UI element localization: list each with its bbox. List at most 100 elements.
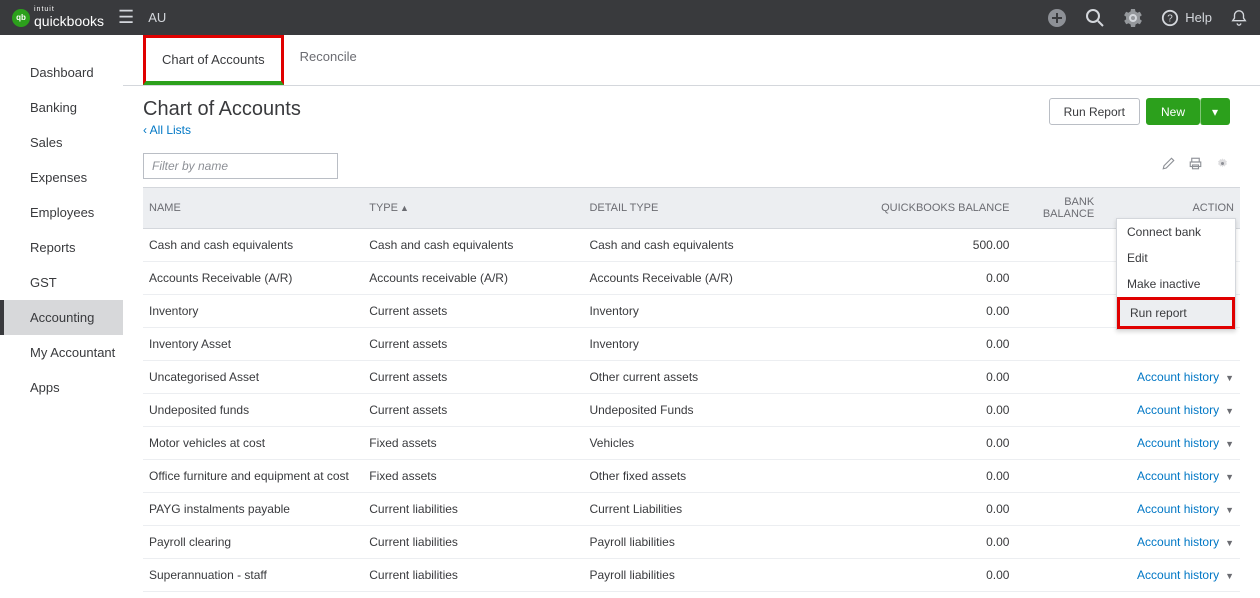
cell-bank-balance	[1015, 559, 1100, 592]
cell-type: Fixed assets	[363, 460, 583, 493]
action-dropdown-caret[interactable]: ▼	[1225, 439, 1234, 449]
dropdown-run-report[interactable]: Run report	[1117, 297, 1235, 329]
logo[interactable]: qb intuit quickbooks	[12, 7, 104, 29]
action-dropdown-caret[interactable]: ▼	[1225, 505, 1234, 515]
sidebar-item-accounting[interactable]: Accounting	[0, 300, 123, 335]
col-name[interactable]: NAME	[143, 188, 363, 229]
cell-bank-balance	[1015, 526, 1100, 559]
cell-action	[1100, 328, 1240, 361]
cell-name: Inventory Asset	[143, 328, 363, 361]
col-qb-balance[interactable]: QUICKBOOKS BALANCE	[797, 188, 1015, 229]
breadcrumb-all-lists[interactable]: All Lists	[143, 123, 301, 137]
cell-qb-balance: 0.00	[797, 295, 1015, 328]
cell-action: Account history ▼	[1100, 559, 1240, 592]
account-history-link[interactable]: Account history	[1137, 370, 1219, 384]
cell-qb-balance: 0.00	[797, 427, 1015, 460]
help-button[interactable]: ? Help	[1161, 9, 1212, 27]
dropdown-make-inactive[interactable]: Make inactive	[1117, 271, 1235, 297]
cell-action: Account history ▼	[1100, 361, 1240, 394]
qb-logo-icon: qb	[12, 9, 30, 27]
action-dropdown-caret[interactable]: ▼	[1225, 538, 1234, 548]
cell-name: Inventory	[143, 295, 363, 328]
print-icon[interactable]	[1188, 156, 1203, 176]
table-row: Payroll clearingCurrent liabilitiesPayro…	[143, 526, 1240, 559]
svg-text:?: ?	[1168, 13, 1174, 24]
account-history-link[interactable]: Account history	[1137, 568, 1219, 582]
sort-asc-icon: ▲	[400, 203, 409, 213]
gear-icon[interactable]	[1123, 8, 1143, 28]
cell-bank-balance	[1015, 460, 1100, 493]
cell-detail: Other fixed assets	[583, 460, 797, 493]
cell-qb-balance: 0.00	[797, 559, 1015, 592]
cell-name: Motor vehicles at cost	[143, 427, 363, 460]
help-label: Help	[1185, 10, 1212, 25]
action-dropdown-menu: Connect bank Edit Make inactive Run repo…	[1116, 218, 1236, 330]
action-dropdown-caret[interactable]: ▼	[1225, 373, 1234, 383]
tab-chart-of-accounts[interactable]: Chart of Accounts	[143, 35, 284, 85]
sidebar: DashboardBankingSalesExpensesEmployeesRe…	[0, 35, 123, 598]
cell-detail: Accounts Receivable (A/R)	[583, 262, 797, 295]
sidebar-item-sales[interactable]: Sales	[0, 125, 123, 160]
tab-reconcile[interactable]: Reconcile	[284, 35, 373, 85]
cell-action: Account history ▼	[1100, 493, 1240, 526]
cell-detail: Cash and cash equivalents	[583, 229, 797, 262]
cell-bank-balance	[1015, 361, 1100, 394]
cell-name: Undeposited funds	[143, 394, 363, 427]
bell-icon[interactable]	[1230, 9, 1248, 27]
account-history-link[interactable]: Account history	[1137, 436, 1219, 450]
cell-bank-balance	[1015, 229, 1100, 262]
accounts-table: NAME TYPE▲ DETAIL TYPE QUICKBOOKS BALANC…	[143, 187, 1240, 592]
sidebar-item-employees[interactable]: Employees	[0, 195, 123, 230]
add-icon[interactable]	[1047, 8, 1067, 28]
table-row: Inventory AssetCurrent assetsInventory0.…	[143, 328, 1240, 361]
region-label: AU	[148, 10, 166, 25]
col-detail[interactable]: DETAIL TYPE	[583, 188, 797, 229]
cell-detail: Undeposited Funds	[583, 394, 797, 427]
action-dropdown-caret[interactable]: ▼	[1225, 406, 1234, 416]
cell-qb-balance: 0.00	[797, 262, 1015, 295]
cell-name: PAYG instalments payable	[143, 493, 363, 526]
account-history-link[interactable]: Account history	[1137, 469, 1219, 483]
cell-type: Current assets	[363, 361, 583, 394]
edit-icon[interactable]	[1161, 156, 1176, 176]
sidebar-item-dashboard[interactable]: Dashboard	[0, 55, 123, 90]
run-report-button[interactable]: Run Report	[1049, 98, 1140, 125]
cell-qb-balance: 0.00	[797, 361, 1015, 394]
cell-qb-balance: 0.00	[797, 394, 1015, 427]
cell-detail: Inventory	[583, 295, 797, 328]
sidebar-item-my-accountant[interactable]: My Accountant	[0, 335, 123, 370]
col-bank-balance[interactable]: BANK BALANCE	[1015, 188, 1100, 229]
settings-icon[interactable]	[1215, 156, 1230, 176]
account-history-link[interactable]: Account history	[1137, 502, 1219, 516]
cell-name: Accounts Receivable (A/R)	[143, 262, 363, 295]
action-dropdown-caret[interactable]: ▼	[1225, 472, 1234, 482]
action-dropdown-caret[interactable]: ▼	[1225, 571, 1234, 581]
table-row: Office furniture and equipment at costFi…	[143, 460, 1240, 493]
cell-name: Payroll clearing	[143, 526, 363, 559]
dropdown-connect-bank[interactable]: Connect bank	[1117, 219, 1235, 245]
table-row: Cash and cash equivalentsCash and cash e…	[143, 229, 1240, 262]
new-button[interactable]: New	[1146, 98, 1200, 125]
search-icon[interactable]	[1085, 8, 1105, 28]
menu-icon[interactable]: ☰	[118, 7, 134, 28]
cell-action: Account history ▼	[1100, 526, 1240, 559]
cell-bank-balance	[1015, 493, 1100, 526]
dropdown-edit[interactable]: Edit	[1117, 245, 1235, 271]
cell-bank-balance	[1015, 394, 1100, 427]
filter-input[interactable]	[143, 153, 338, 179]
sidebar-item-banking[interactable]: Banking	[0, 90, 123, 125]
sidebar-item-reports[interactable]: Reports	[0, 230, 123, 265]
account-history-link[interactable]: Account history	[1137, 403, 1219, 417]
sidebar-item-apps[interactable]: Apps	[0, 370, 123, 405]
sidebar-item-expenses[interactable]: Expenses	[0, 160, 123, 195]
col-type[interactable]: TYPE▲	[363, 188, 583, 229]
cell-bank-balance	[1015, 328, 1100, 361]
cell-action: Account history ▼	[1100, 427, 1240, 460]
tab-bar: Chart of Accounts Reconcile	[123, 35, 1260, 86]
sidebar-item-gst[interactable]: GST	[0, 265, 123, 300]
topbar: qb intuit quickbooks ☰ AU ? Help	[0, 0, 1260, 35]
new-button-dropdown[interactable]: ▾	[1200, 98, 1230, 125]
cell-action: Account history ▼	[1100, 460, 1240, 493]
account-history-link[interactable]: Account history	[1137, 535, 1219, 549]
cell-bank-balance	[1015, 427, 1100, 460]
